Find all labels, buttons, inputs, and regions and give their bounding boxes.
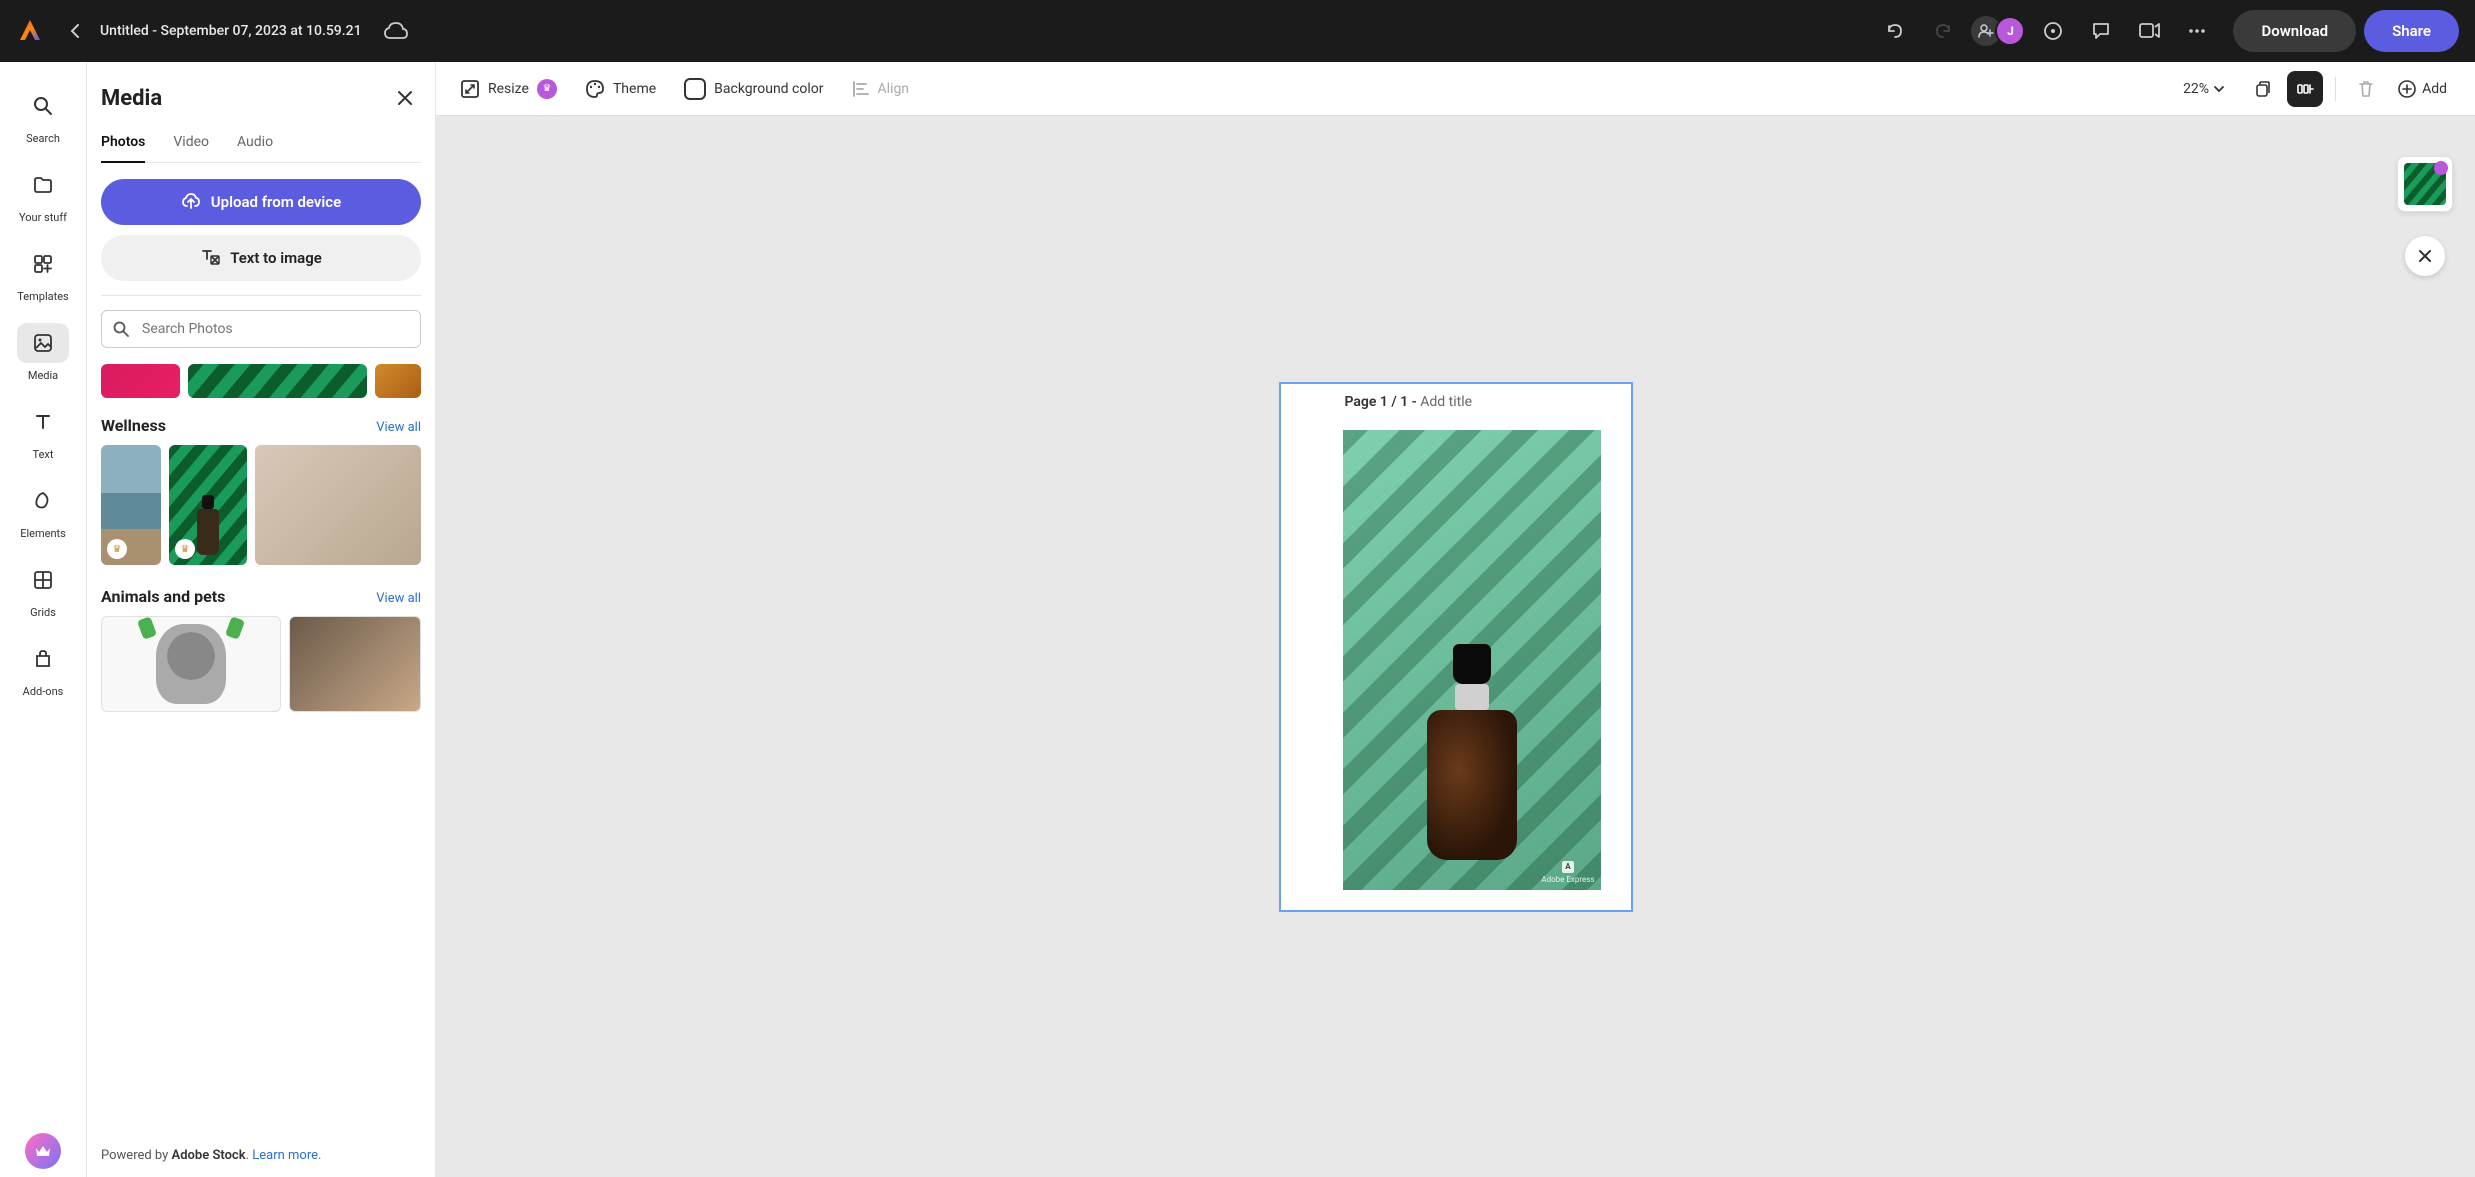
undo-button[interactable]: [1875, 11, 1915, 51]
app-logo[interactable]: [16, 17, 44, 45]
rail-label: Grids: [30, 606, 56, 619]
rail-text[interactable]: Text: [8, 394, 78, 469]
crown-icon: ♛: [537, 79, 557, 99]
watermark: A Adobe Express: [1541, 861, 1594, 884]
page-title-label[interactable]: Page 1 / 1 - Add title: [1345, 394, 1473, 410]
rail-label: Media: [28, 369, 58, 382]
color-swatch: [684, 78, 706, 100]
align-icon: [852, 80, 870, 98]
rail-premium[interactable]: [8, 1125, 78, 1177]
divider: [2335, 77, 2336, 101]
zoom-control[interactable]: 22%: [2183, 81, 2225, 97]
search-icon: [17, 86, 69, 126]
resize-icon: [460, 79, 480, 99]
upload-button[interactable]: Upload from device: [101, 179, 421, 225]
page-canvas[interactable]: Page 1 / 1 - Add title A Adobe Express: [1279, 382, 1633, 912]
background-color-tool[interactable]: Background color: [680, 72, 827, 106]
comments-button[interactable]: [2081, 11, 2121, 51]
help-button[interactable]: [2033, 11, 2073, 51]
more-button[interactable]: [2177, 11, 2217, 51]
section-title-wellness: Wellness: [101, 416, 166, 435]
upload-label: Upload from device: [211, 193, 341, 211]
section-title-animals: Animals and pets: [101, 587, 225, 606]
templates-icon: [17, 244, 69, 284]
folder-icon: [17, 165, 69, 205]
rail-grids[interactable]: Grids: [8, 552, 78, 627]
rail-media[interactable]: Media: [8, 315, 78, 390]
rail-addons[interactable]: Add-ons: [8, 631, 78, 706]
redo-button[interactable]: [1923, 11, 1963, 51]
add-page-button[interactable]: Add: [2390, 74, 2455, 104]
close-thumbnail-button[interactable]: [2405, 236, 2445, 276]
rail-your-stuff[interactable]: Your stuff: [8, 157, 78, 232]
cloud-sync-icon[interactable]: [382, 17, 410, 45]
panel-title: Media: [101, 86, 162, 111]
bottle-graphic: [1427, 640, 1517, 860]
grids-icon: [17, 560, 69, 600]
t2i-icon: [200, 249, 220, 267]
elements-icon: [17, 481, 69, 521]
animals-thumbnail[interactable]: [101, 616, 281, 712]
rail-label: Elements: [20, 527, 66, 540]
plus-icon: [2398, 80, 2416, 98]
download-button[interactable]: Download: [2233, 10, 2356, 52]
delete-page-button[interactable]: [2348, 71, 2384, 107]
chevron-down-icon: [2213, 85, 2225, 93]
t2i-label: Text to image: [230, 249, 322, 267]
photo-thumbnail[interactable]: [101, 364, 180, 398]
palette-icon: [585, 79, 605, 99]
user-avatar[interactable]: J: [1995, 16, 2025, 46]
close-panel-button[interactable]: [389, 82, 421, 114]
wellness-thumbnail[interactable]: ♛: [101, 445, 161, 565]
crown-icon: [25, 1133, 61, 1169]
learn-more-link[interactable]: Learn more.: [252, 1148, 321, 1163]
rail-label: Add-ons: [23, 685, 64, 698]
canvas-image[interactable]: A Adobe Express: [1343, 430, 1601, 890]
timeline-button[interactable]: [2287, 71, 2323, 107]
premium-badge-icon: [2434, 161, 2448, 175]
tab-video[interactable]: Video: [173, 126, 209, 162]
raccoon-graphic: [156, 624, 226, 704]
photo-thumbnail[interactable]: [188, 364, 367, 398]
rail-search[interactable]: Search: [8, 78, 78, 153]
premium-badge-icon: ♛: [107, 539, 127, 559]
rail-label: Templates: [17, 290, 68, 303]
rail-templates[interactable]: Templates: [8, 236, 78, 311]
tab-photos[interactable]: Photos: [101, 126, 145, 162]
upload-icon: [181, 193, 201, 211]
share-button[interactable]: Share: [2364, 10, 2459, 52]
media-icon: [17, 323, 69, 363]
bottle-graphic: [197, 509, 219, 555]
addons-icon: [17, 639, 69, 679]
tab-audio[interactable]: Audio: [237, 126, 273, 162]
page-thumbnail[interactable]: [2397, 156, 2453, 212]
rail-label: Your stuff: [19, 211, 67, 224]
panel-footer: Powered by Adobe Stock. Learn more.: [101, 1136, 421, 1177]
text-to-image-button[interactable]: Text to image: [101, 235, 421, 281]
document-title[interactable]: Untitled - September 07, 2023 at 10.59.2…: [100, 23, 362, 39]
search-input[interactable]: [101, 310, 421, 348]
rail-label: Search: [26, 132, 60, 145]
text-icon: [17, 402, 69, 442]
divider: [101, 295, 421, 296]
present-button[interactable]: [2129, 11, 2169, 51]
theme-tool[interactable]: Theme: [581, 73, 660, 105]
align-tool[interactable]: Align: [848, 74, 914, 104]
rail-label: Text: [33, 448, 54, 461]
photo-thumbnail[interactable]: [375, 364, 421, 398]
resize-tool[interactable]: Resize ♛: [456, 73, 561, 105]
wellness-thumbnail[interactable]: [255, 445, 421, 565]
rail-elements[interactable]: Elements: [8, 473, 78, 548]
premium-badge-icon: ♛: [175, 539, 195, 559]
view-all-animals[interactable]: View all: [376, 591, 421, 606]
duplicate-page-button[interactable]: [2245, 71, 2281, 107]
animals-thumbnail[interactable]: [289, 616, 421, 712]
view-all-wellness[interactable]: View all: [376, 420, 421, 435]
wellness-thumbnail[interactable]: ♛: [169, 445, 247, 565]
search-icon: [113, 321, 129, 337]
back-button[interactable]: [60, 15, 92, 47]
